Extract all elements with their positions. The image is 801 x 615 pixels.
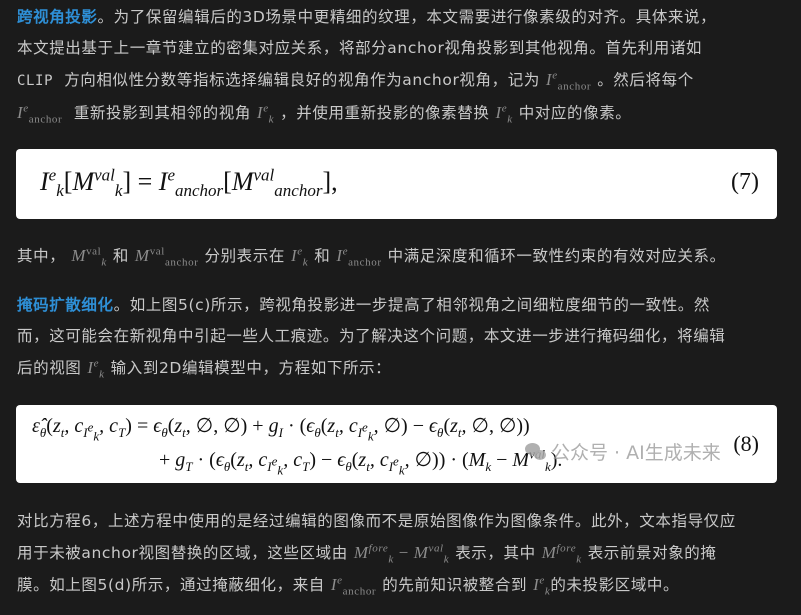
line: 对比方程6，上述方程中使用的是经过编辑的图像而不是原始图像作为图像条件。此外，文… <box>17 506 781 537</box>
math-I-anchor: Ieanchor <box>545 69 592 93</box>
math-I-k: Iek <box>256 102 275 126</box>
math-I-k: Iek <box>87 357 105 381</box>
line: 膜。如上图5(d)所示，通过掩蔽细化，来自 Ieanchor 的先前知识被整合到 Ie… <box>17 569 781 601</box>
text: 和 <box>112 247 129 265</box>
text: 后的视图 <box>17 359 82 377</box>
line: 后的视图 Iek 输入到2D编辑模型中，方程如下所示： <box>17 352 781 384</box>
equation-8-line-2: + gT · (ϵθ(zt, cIek, cT) − ϵθ(zt, cIek, … <box>159 446 563 478</box>
text: 膜。如上图5(d)所示，通过掩蔽细化，来自 <box>17 576 325 594</box>
line: CLIP 方向相似性分数等指标选择编辑良好的视角作为anchor视角，记为 Iea… <box>17 64 781 97</box>
text: 方向相似性分数等指标选择编辑良好的视角作为anchor视角，记为 <box>64 71 540 89</box>
text: 对比方程6，上述方程中使用的是经过编辑的图像而不是原始图像作为图像条件。此外，文… <box>17 512 736 530</box>
math-I-anchor: Ieanchor <box>17 102 63 126</box>
text: 表示前景对象的掩 <box>587 544 717 562</box>
text: 和 <box>314 247 331 265</box>
watermark: 公众号 · AI生成未来 <box>525 438 721 465</box>
text: 。如上图5(c)所示，跨视角投影进一步提高了相邻视角之间细粒度细节的一致性。然 <box>113 296 710 314</box>
line: 而，这可能会在新视角中引起一些人工痕迹。为了解决这个问题，本文进一步进行掩码细化… <box>17 321 781 352</box>
text: 输入到2D编辑模型中，方程如下所示： <box>110 359 392 377</box>
math-I-k: Iek <box>533 574 551 598</box>
section-heading-cross-view: 跨视角投影 <box>17 8 98 26</box>
text: 。为了保留编辑后的3D场景中更精细的纹理，本文需要进行像素级的对齐。具体来说， <box>97 8 717 26</box>
line: 本文提出基于上一章节建立的密集对应关系，将部分anchor视角投影到其他视角。首… <box>17 33 781 64</box>
equation-7-box: Iek[Mvalk] = Ieanchor[Mvalanchor], (7) <box>16 149 777 219</box>
paragraph-comparison: 对比方程6，上述方程中使用的是经过编辑的图像而不是原始图像作为图像条件。此外，文… <box>17 506 781 601</box>
line: 用于未被anchor视图替换的区域，这些区域由 Mforek − Mvalk 表示，… <box>17 537 781 569</box>
line: 跨视角投影。为了保留编辑后的3D场景中更精细的纹理，本文需要进行像素级的对齐。具… <box>17 2 781 33</box>
wechat-icon <box>525 443 547 461</box>
text: 中满足深度和循环一致性约束的有效对应关系。 <box>387 247 726 265</box>
text: 。然后将每个 <box>597 71 694 89</box>
math-I-anchor: Ieanchor <box>336 245 382 269</box>
equation-8-line-1: ε̂θ(zt, cIek, cT) = ϵθ(zt, ∅, ∅) + gI · … <box>32 415 530 444</box>
clip-term: CLIP <box>17 73 54 89</box>
math-M-anchor-val: Mvalanchor <box>134 245 199 269</box>
equation-7: Iek[Mvalk] = Ieanchor[Mvalanchor], <box>40 165 338 201</box>
text: 表示，其中 <box>455 544 536 562</box>
math-I-k: Iek <box>290 245 309 269</box>
line: Ieanchor 重新投影到其相邻的视角 Iek ，并使用重新投影的像素替换 Iek 中… <box>17 97 781 129</box>
math-M-k-val: Mvalk <box>71 245 107 269</box>
text: 分别表示在 <box>204 247 285 265</box>
line: 其中， Mvalk 和 Mvalanchor 分别表示在 Iek 和 Ieanchor 中满足深… <box>17 240 781 272</box>
math-I-anchor: Ieanchor <box>330 574 377 598</box>
equation-number: (7) <box>731 169 759 195</box>
text: 用于未被anchor视图替换的区域，这些区域由 <box>17 544 348 562</box>
section-mask-refinement: 掩码扩散细化。如上图5(c)所示，跨视角投影进一步提高了相邻视角之间细粒度细节的… <box>17 290 781 384</box>
math-M-fore-minus-M-val: Mforek − Mvalk <box>353 542 450 566</box>
equation-number: (8) <box>733 431 759 456</box>
text: 的先前知识被整合到 <box>382 576 528 594</box>
paragraph-where: 其中， Mvalk 和 Mvalanchor 分别表示在 Iek 和 Ieanchor 中满足深… <box>17 240 781 272</box>
text: 而，这可能会在新视角中引起一些人工痕迹。为了解决这个问题，本文进一步进行掩码细化… <box>17 327 726 345</box>
watermark-text: 公众号 · AI生成未来 <box>551 442 721 464</box>
line: 掩码扩散细化。如上图5(c)所示，跨视角投影进一步提高了相邻视角之间细粒度细节的… <box>17 290 781 321</box>
text: 重新投影到其相邻的视角 <box>73 104 251 122</box>
section-heading-mask-refinement: 掩码扩散细化 <box>17 296 114 314</box>
text: 的未投影区域中。 <box>550 576 680 594</box>
math-I-k: Iek <box>495 102 513 126</box>
section-cross-view-projection: 跨视角投影。为了保留编辑后的3D场景中更精细的纹理，本文需要进行像素级的对齐。具… <box>17 2 781 129</box>
text: ，并使用重新投影的像素替换 <box>280 104 490 122</box>
math-M-k-fore: Mforek <box>541 542 582 566</box>
text: 本文提出基于上一章节建立的密集对应关系，将部分anchor视角投影到其他视角。首… <box>17 39 703 57</box>
text: 其中， <box>17 247 66 265</box>
text: 中对应的像素。 <box>518 104 632 122</box>
